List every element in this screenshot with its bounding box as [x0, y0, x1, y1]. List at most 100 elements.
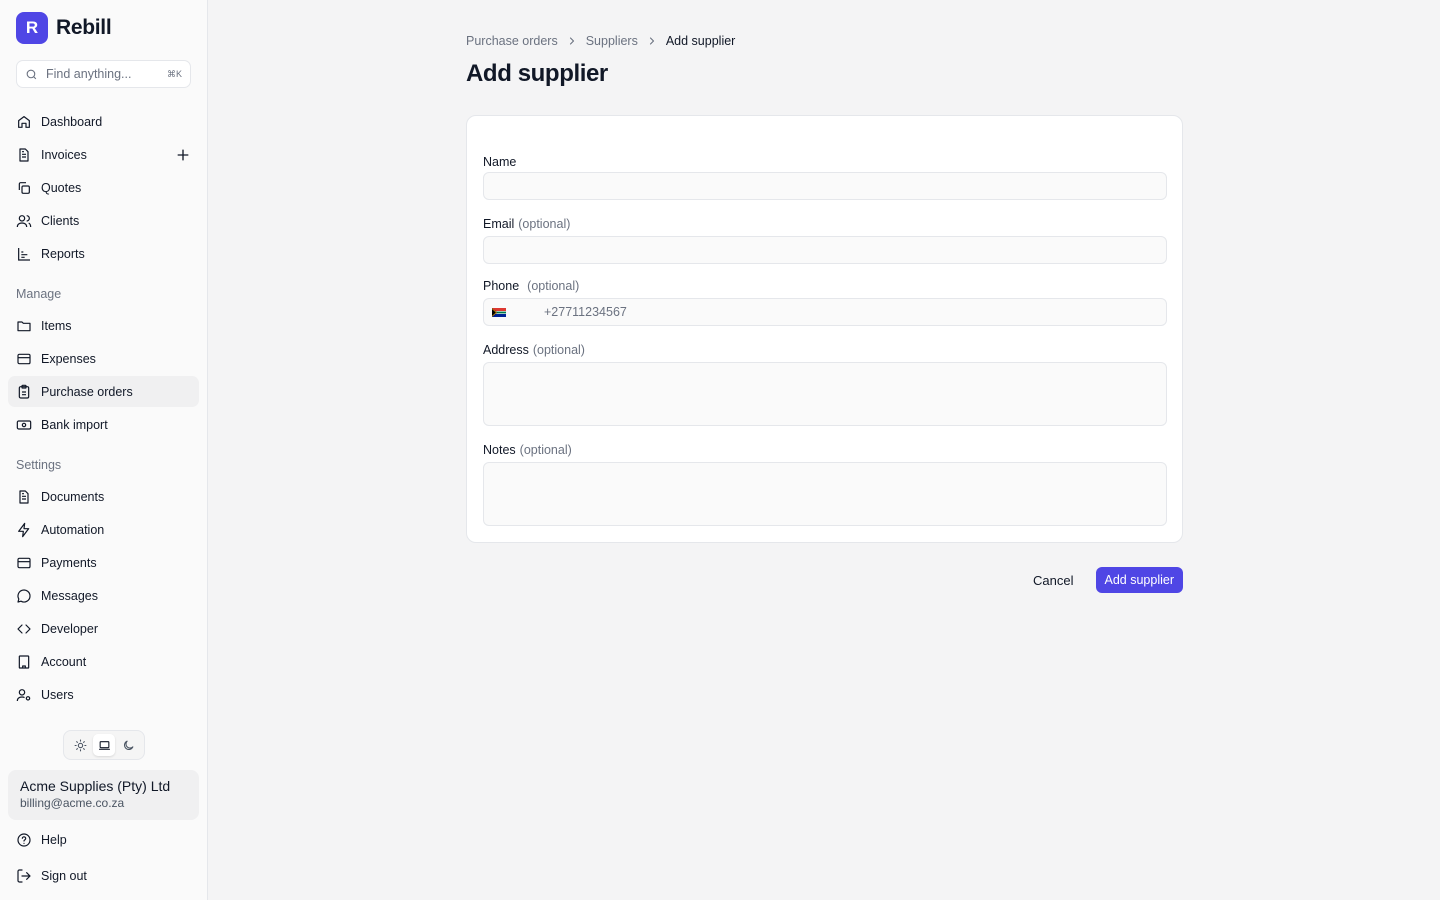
optional-hint: (optional) [532, 343, 585, 357]
file-text-icon [19, 489, 29, 504]
folder-icon [17, 320, 31, 331]
home-icon [18, 115, 30, 128]
nav-item-label: Payments [41, 555, 97, 570]
nav-item-account[interactable]: Account [8, 646, 199, 677]
nav-item-reports[interactable]: Reports [8, 238, 199, 269]
nav-item-payments[interactable]: Payments [8, 547, 199, 578]
nav-item-developer[interactable]: Developer [8, 613, 199, 644]
nav-item-label: Automation [41, 522, 105, 537]
banknote-icon [16, 419, 32, 430]
account-switcher[interactable]: Acme Supplies (Pty) Ltd billing@acme.co.… [8, 770, 199, 820]
optional-hint: (optional) [519, 443, 572, 457]
search-icon [26, 69, 37, 79]
zap-icon [18, 522, 30, 537]
brand-logo: R [16, 12, 48, 44]
name-label: Name [483, 155, 517, 169]
breadcrumb-purchase-orders[interactable]: Purchase orders [466, 34, 558, 48]
sidebar: R Rebill Find anything... ⌘K Dashboard I… [0, 0, 208, 900]
form-actions: Cancel Add supplier [1031, 567, 1183, 593]
phone-placeholder: +27711234567 [544, 305, 627, 319]
nav-item-purchase-orders[interactable]: Purchase orders [8, 376, 199, 407]
nav-item-help[interactable]: Help [8, 824, 199, 855]
message-circle-icon [17, 588, 31, 603]
section-label-settings: Settings [16, 458, 62, 472]
search-input[interactable]: Find anything... ⌘K [16, 60, 191, 88]
nav-item-label: Developer [41, 621, 98, 636]
name-field[interactable] [483, 172, 1167, 200]
address-label: Address (optional) [483, 343, 585, 357]
notes-textarea[interactable] [483, 462, 1167, 526]
help-circle-icon [17, 832, 31, 847]
laptop-icon [98, 740, 110, 750]
account-email: billing@acme.co.za [20, 796, 125, 810]
code-icon [17, 623, 31, 634]
search-shortcut: ⌘K [166, 68, 182, 79]
building-icon [18, 654, 30, 669]
nav-item-label: Sign out [41, 868, 87, 883]
plus-icon[interactable] [175, 147, 191, 163]
nav-item-label: Messages [41, 588, 98, 603]
search-placeholder: Find anything... [46, 67, 132, 81]
address-textarea[interactable] [483, 362, 1167, 426]
nav-item-label: Items [41, 318, 72, 333]
nav-item-users[interactable]: Users [8, 679, 199, 710]
theme-system-button[interactable] [93, 734, 115, 756]
breadcrumb-suppliers[interactable]: Suppliers [586, 34, 638, 48]
cancel-button[interactable]: Cancel [1031, 569, 1075, 592]
section-label-manage: Manage [16, 287, 62, 301]
bar-chart-icon [18, 247, 30, 261]
nav-item-invoices[interactable]: Invoices [8, 139, 199, 170]
nav-item-label: Documents [41, 489, 105, 504]
optional-hint: (optional) [527, 279, 580, 293]
credit-card-icon [17, 353, 31, 364]
users-icon [16, 214, 32, 227]
brand[interactable]: R Rebill [16, 12, 112, 44]
moon-icon [123, 740, 133, 750]
nav-item-documents[interactable]: Documents [8, 481, 199, 512]
nav-item-quotes[interactable]: Quotes [8, 172, 199, 203]
breadcrumb-current: Add supplier [665, 34, 736, 48]
theme-light-button[interactable] [69, 734, 91, 756]
notes-label: Notes (optional) [483, 443, 572, 457]
breadcrumb: Purchase orders Suppliers Add supplier [466, 34, 735, 48]
nav-item-label: Bank import [41, 417, 108, 432]
nav-item-label: Help [41, 832, 67, 847]
page-title: Add supplier [466, 60, 608, 87]
supplier-form: Name Email (optional) Phone (optional) +27… [466, 115, 1183, 543]
nav-item-clients[interactable]: Clients [8, 205, 199, 236]
chevron-right-icon [649, 37, 654, 45]
account-name: Acme Supplies (Pty) Ltd [20, 778, 171, 794]
nav-item-items[interactable]: Items [8, 310, 199, 341]
nav-item-label: Dashboard [41, 114, 103, 129]
nav-item-sign-out[interactable]: Sign out [8, 860, 199, 891]
nav-item-dashboard[interactable]: Dashboard [8, 106, 199, 137]
nav-item-label: Clients [41, 213, 80, 228]
nav-item-messages[interactable]: Messages [8, 580, 199, 611]
clipboard-icon [18, 384, 30, 399]
add-supplier-button[interactable]: Add supplier [1095, 567, 1183, 593]
nav-item-label: Account [41, 654, 87, 669]
nav-item-label: Invoices [41, 147, 87, 162]
nav-item-bank-import[interactable]: Bank import [8, 409, 199, 440]
south-africa-flag-icon[interactable] [492, 308, 506, 317]
nav-item-expenses[interactable]: Expenses [8, 343, 199, 374]
email-label: Email (optional) [483, 217, 571, 231]
theme-dark-button[interactable] [117, 734, 139, 756]
theme-toggle [63, 730, 145, 760]
nav-item-label: Purchase orders [41, 384, 133, 399]
phone-label: Phone (optional) [483, 279, 580, 293]
email-field[interactable] [483, 236, 1167, 264]
nav-item-label: Users [41, 687, 74, 702]
nav-item-label: Expenses [41, 351, 96, 366]
nav-item-automation[interactable]: Automation [8, 514, 199, 545]
nav-item-label: Quotes [41, 180, 82, 195]
user-cog-icon [16, 688, 31, 701]
optional-hint: (optional) [518, 217, 571, 231]
phone-field[interactable]: +27711234567 [483, 298, 1167, 326]
file-text-icon [19, 147, 29, 162]
sun-icon [74, 739, 86, 751]
chevron-right-icon [569, 37, 574, 45]
nav-item-label: Reports [41, 246, 85, 261]
credit-card-icon [17, 557, 31, 568]
brand-name: Rebill [56, 16, 112, 39]
